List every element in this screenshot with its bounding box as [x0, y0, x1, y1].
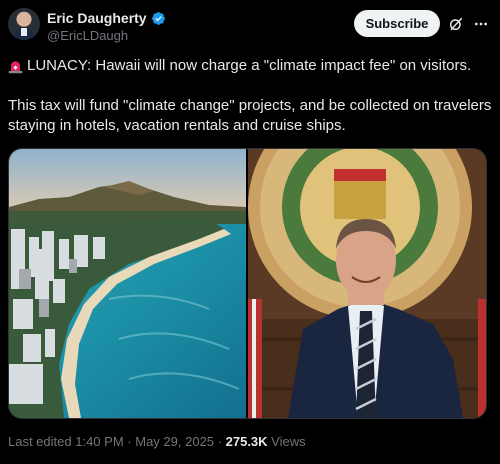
tweet-media[interactable] [8, 148, 487, 419]
author-name-row: Eric Daugherty [47, 10, 166, 26]
media-image-beach[interactable] [9, 149, 246, 418]
avatar[interactable] [8, 8, 40, 40]
subscribe-button[interactable]: Subscribe [354, 10, 440, 37]
tweet-date[interactable]: May 29, 2025 [135, 434, 214, 449]
more-icon[interactable] [472, 16, 490, 32]
edited-prefix[interactable]: Last edited [8, 434, 72, 449]
author-display-name[interactable]: Eric Daugherty [47, 10, 147, 26]
tweet-timestamp-row: Last edited 1:40 PM · May 29, 2025 · 275… [8, 434, 306, 449]
tweet: Eric Daugherty @EricLDaugh Subscribe LUN… [0, 0, 500, 464]
beach-image [9, 149, 246, 418]
siren-icon [8, 60, 23, 73]
grok-icon[interactable] [448, 16, 464, 32]
portrait-image [248, 149, 486, 418]
separator: · [127, 434, 132, 449]
verified-badge-icon [151, 11, 165, 25]
tweet-line-1: LUNACY: Hawaii will now charge a "climat… [27, 57, 472, 74]
separator: · [217, 434, 222, 449]
author-handle[interactable]: @EricLDaugh [47, 28, 128, 43]
tweet-line-2: This tax will fund "climate change" proj… [8, 97, 492, 134]
tweet-time[interactable]: 1:40 PM [75, 434, 123, 449]
media-image-portrait[interactable] [248, 149, 486, 418]
tweet-text: LUNACY: Hawaii will now charge a "climat… [8, 56, 492, 136]
views-count: 275.3K [225, 434, 268, 449]
views-label: Views [271, 434, 306, 449]
